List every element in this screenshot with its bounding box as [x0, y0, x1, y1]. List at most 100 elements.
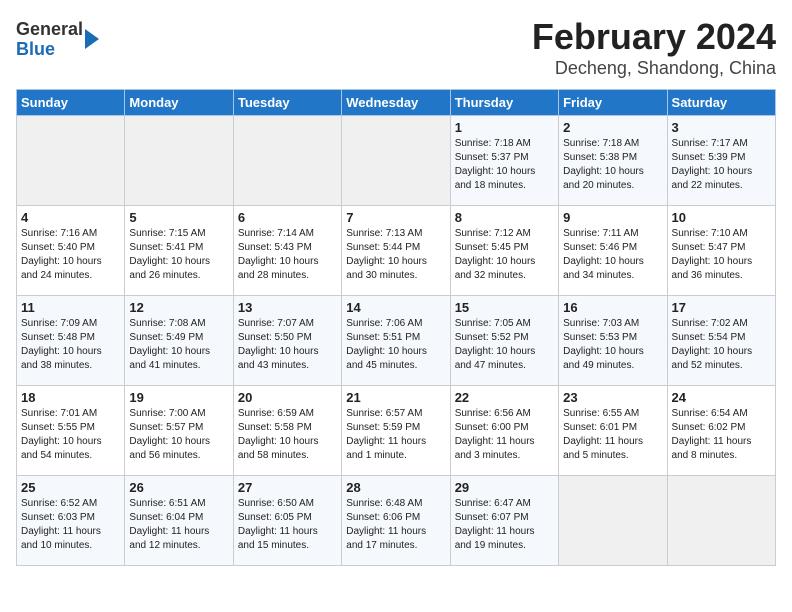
calendar-title: February 2024	[532, 16, 776, 58]
calendar-cell: 23 Sunrise: 6:55 AM Sunset: 6:01 PM Dayli…	[559, 386, 667, 476]
calendar-week-5: 25 Sunrise: 6:52 AM Sunset: 6:03 PM Dayli…	[17, 476, 776, 566]
day-number: 3	[672, 120, 771, 135]
day-info: Sunrise: 6:51 AM Sunset: 6:04 PM Dayligh…	[129, 497, 228, 553]
calendar-cell: 22 Sunrise: 6:56 AM Sunset: 6:00 PM Dayli…	[450, 386, 558, 476]
day-number: 23	[563, 390, 662, 405]
day-info: Sunrise: 6:47 AM Sunset: 6:07 PM Dayligh…	[455, 497, 554, 553]
day-number: 17	[672, 300, 771, 315]
calendar-cell: 25 Sunrise: 6:52 AM Sunset: 6:03 PM Dayli…	[17, 476, 125, 566]
day-number: 1	[455, 120, 554, 135]
day-number: 5	[129, 210, 228, 225]
calendar-week-1: 1 Sunrise: 7:18 AM Sunset: 5:37 PM Daylig…	[17, 116, 776, 206]
day-info: Sunrise: 7:14 AM Sunset: 5:43 PM Dayligh…	[238, 227, 337, 283]
day-number: 12	[129, 300, 228, 315]
calendar-cell: 4 Sunrise: 7:16 AM Sunset: 5:40 PM Daylig…	[17, 206, 125, 296]
calendar-cell: 26 Sunrise: 6:51 AM Sunset: 6:04 PM Dayli…	[125, 476, 233, 566]
day-info: Sunrise: 7:17 AM Sunset: 5:39 PM Dayligh…	[672, 137, 771, 193]
column-header-friday: Friday	[559, 90, 667, 116]
calendar-cell: 12 Sunrise: 7:08 AM Sunset: 5:49 PM Dayli…	[125, 296, 233, 386]
calendar-cell: 7 Sunrise: 7:13 AM Sunset: 5:44 PM Daylig…	[342, 206, 450, 296]
calendar-cell: 19Sunrise: 7:00 AM Sunset: 5:57 PM Dayli…	[125, 386, 233, 476]
day-number: 2	[563, 120, 662, 135]
logo: General Blue	[16, 20, 99, 60]
column-header-sunday: Sunday	[17, 90, 125, 116]
logo-arrow-icon	[85, 29, 99, 49]
logo-general: General	[16, 20, 83, 40]
day-number: 4	[21, 210, 120, 225]
day-info: Sunrise: 6:54 AM Sunset: 6:02 PM Dayligh…	[672, 407, 771, 463]
day-info: Sunrise: 7:00 AM Sunset: 5:57 PM Dayligh…	[129, 407, 228, 463]
day-number: 22	[455, 390, 554, 405]
day-info: Sunrise: 7:13 AM Sunset: 5:44 PM Dayligh…	[346, 227, 445, 283]
calendar-cell	[17, 116, 125, 206]
day-info: Sunrise: 7:18 AM Sunset: 5:38 PM Dayligh…	[563, 137, 662, 193]
calendar-cell	[559, 476, 667, 566]
day-info: Sunrise: 7:09 AM Sunset: 5:48 PM Dayligh…	[21, 317, 120, 373]
day-number: 16	[563, 300, 662, 315]
day-info: Sunrise: 7:08 AM Sunset: 5:49 PM Dayligh…	[129, 317, 228, 373]
day-info: Sunrise: 6:56 AM Sunset: 6:00 PM Dayligh…	[455, 407, 554, 463]
day-number: 28	[346, 480, 445, 495]
day-number: 13	[238, 300, 337, 315]
day-info: Sunrise: 6:48 AM Sunset: 6:06 PM Dayligh…	[346, 497, 445, 553]
day-number: 20	[238, 390, 337, 405]
calendar-cell: 15Sunrise: 7:05 AM Sunset: 5:52 PM Dayli…	[450, 296, 558, 386]
calendar-cell: 11 Sunrise: 7:09 AM Sunset: 5:48 PM Dayli…	[17, 296, 125, 386]
day-info: Sunrise: 7:12 AM Sunset: 5:45 PM Dayligh…	[455, 227, 554, 283]
column-header-monday: Monday	[125, 90, 233, 116]
calendar-week-2: 4 Sunrise: 7:16 AM Sunset: 5:40 PM Daylig…	[17, 206, 776, 296]
logo-text: General Blue	[16, 20, 83, 60]
calendar-cell: 20Sunrise: 6:59 AM Sunset: 5:58 PM Dayli…	[233, 386, 341, 476]
day-number: 26	[129, 480, 228, 495]
calendar-cell: 6 Sunrise: 7:14 AM Sunset: 5:43 PM Daylig…	[233, 206, 341, 296]
day-number: 6	[238, 210, 337, 225]
day-info: Sunrise: 6:55 AM Sunset: 6:01 PM Dayligh…	[563, 407, 662, 463]
day-info: Sunrise: 7:18 AM Sunset: 5:37 PM Dayligh…	[455, 137, 554, 193]
day-info: Sunrise: 7:03 AM Sunset: 5:53 PM Dayligh…	[563, 317, 662, 373]
day-number: 10	[672, 210, 771, 225]
day-number: 27	[238, 480, 337, 495]
calendar-cell: 14Sunrise: 7:06 AM Sunset: 5:51 PM Dayli…	[342, 296, 450, 386]
column-header-thursday: Thursday	[450, 90, 558, 116]
calendar-cell: 28 Sunrise: 6:48 AM Sunset: 6:06 PM Dayli…	[342, 476, 450, 566]
calendar-cell	[667, 476, 775, 566]
day-info: Sunrise: 7:06 AM Sunset: 5:51 PM Dayligh…	[346, 317, 445, 373]
day-number: 29	[455, 480, 554, 495]
column-header-tuesday: Tuesday	[233, 90, 341, 116]
day-number: 11	[21, 300, 120, 315]
calendar-cell: 29 Sunrise: 6:47 AM Sunset: 6:07 PM Dayli…	[450, 476, 558, 566]
calendar-cell	[125, 116, 233, 206]
calendar-cell: 24Sunrise: 6:54 AM Sunset: 6:02 PM Dayli…	[667, 386, 775, 476]
day-number: 21	[346, 390, 445, 405]
day-info: Sunrise: 7:11 AM Sunset: 5:46 PM Dayligh…	[563, 227, 662, 283]
logo-blue: Blue	[16, 40, 83, 60]
calendar-cell: 10 Sunrise: 7:10 AM Sunset: 5:47 PM Dayli…	[667, 206, 775, 296]
day-info: Sunrise: 6:57 AM Sunset: 5:59 PM Dayligh…	[346, 407, 445, 463]
column-header-saturday: Saturday	[667, 90, 775, 116]
day-info: Sunrise: 7:07 AM Sunset: 5:50 PM Dayligh…	[238, 317, 337, 373]
calendar-cell: 1 Sunrise: 7:18 AM Sunset: 5:37 PM Daylig…	[450, 116, 558, 206]
calendar-cell: 17Sunrise: 7:02 AM Sunset: 5:54 PM Dayli…	[667, 296, 775, 386]
day-info: Sunrise: 7:10 AM Sunset: 5:47 PM Dayligh…	[672, 227, 771, 283]
day-number: 9	[563, 210, 662, 225]
calendar-week-4: 18Sunrise: 7:01 AM Sunset: 5:55 PM Dayli…	[17, 386, 776, 476]
calendar-cell: 21 Sunrise: 6:57 AM Sunset: 5:59 PM Dayli…	[342, 386, 450, 476]
calendar-subtitle: Decheng, Shandong, China	[532, 58, 776, 79]
calendar-cell: 13 Sunrise: 7:07 AM Sunset: 5:50 PM Dayli…	[233, 296, 341, 386]
day-number: 25	[21, 480, 120, 495]
day-info: Sunrise: 7:15 AM Sunset: 5:41 PM Dayligh…	[129, 227, 228, 283]
day-number: 7	[346, 210, 445, 225]
day-number: 18	[21, 390, 120, 405]
day-info: Sunrise: 7:05 AM Sunset: 5:52 PM Dayligh…	[455, 317, 554, 373]
calendar-cell: 9 Sunrise: 7:11 AM Sunset: 5:46 PM Daylig…	[559, 206, 667, 296]
column-header-wednesday: Wednesday	[342, 90, 450, 116]
calendar-cell	[233, 116, 341, 206]
day-info: Sunrise: 7:16 AM Sunset: 5:40 PM Dayligh…	[21, 227, 120, 283]
calendar-week-3: 11 Sunrise: 7:09 AM Sunset: 5:48 PM Dayli…	[17, 296, 776, 386]
calendar-cell: 8 Sunrise: 7:12 AM Sunset: 5:45 PM Daylig…	[450, 206, 558, 296]
day-number: 8	[455, 210, 554, 225]
calendar-cell: 18Sunrise: 7:01 AM Sunset: 5:55 PM Dayli…	[17, 386, 125, 476]
day-info: Sunrise: 6:52 AM Sunset: 6:03 PM Dayligh…	[21, 497, 120, 553]
calendar-cell	[342, 116, 450, 206]
calendar-header-row: SundayMondayTuesdayWednesdayThursdayFrid…	[17, 90, 776, 116]
